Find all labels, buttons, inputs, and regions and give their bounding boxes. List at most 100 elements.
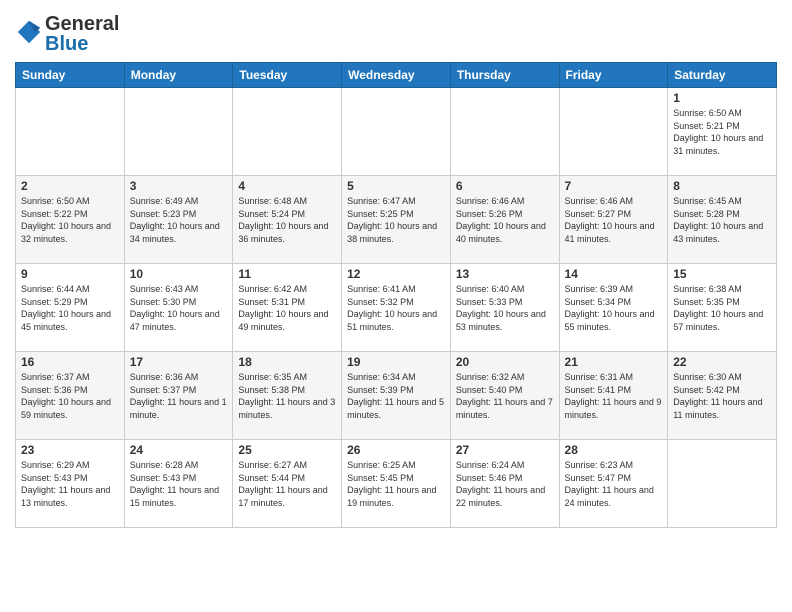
- week-row-2: 9 Sunrise: 6:44 AM Sunset: 5:29 PM Daylig…: [16, 264, 777, 352]
- day-number: 10: [130, 267, 228, 281]
- day-info: Sunrise: 6:50 AM Sunset: 5:21 PM Dayligh…: [673, 107, 771, 157]
- day-info: Sunrise: 6:25 AM Sunset: 5:45 PM Dayligh…: [347, 459, 445, 509]
- day-number: 11: [238, 267, 336, 281]
- day-number: 1: [673, 91, 771, 105]
- week-row-1: 2 Sunrise: 6:50 AM Sunset: 5:22 PM Daylig…: [16, 176, 777, 264]
- logo-text: General Blue: [45, 14, 119, 54]
- day-info: Sunrise: 6:44 AM Sunset: 5:29 PM Dayligh…: [21, 283, 119, 333]
- weekday-monday: Monday: [124, 63, 233, 88]
- day-cell: 19Sunrise: 6:34 AM Sunset: 5:39 PM Dayli…: [342, 352, 451, 440]
- day-cell: 11 Sunrise: 6:42 AM Sunset: 5:31 PM Dayli…: [233, 264, 342, 352]
- day-number: 6: [456, 179, 554, 193]
- weekday-sunday: Sunday: [16, 63, 125, 88]
- day-info: Sunrise: 6:32 AM Sunset: 5:40 PM Dayligh…: [456, 371, 554, 421]
- day-info: Sunrise: 6:46 AM Sunset: 5:27 PM Dayligh…: [565, 195, 663, 245]
- day-info: Sunrise: 6:47 AM Sunset: 5:25 PM Dayligh…: [347, 195, 445, 245]
- day-number: 17: [130, 355, 228, 369]
- day-cell: 18 Sunrise: 6:35 AM Sunset: 5:38 PM Dayli…: [233, 352, 342, 440]
- day-cell: 12 Sunrise: 6:41 AM Sunset: 5:32 PM Dayli…: [342, 264, 451, 352]
- day-info: Sunrise: 6:35 AM Sunset: 5:38 PM Dayligh…: [238, 371, 336, 421]
- day-cell: 15 Sunrise: 6:38 AM Sunset: 5:35 PM Dayli…: [668, 264, 777, 352]
- weekday-thursday: Thursday: [450, 63, 559, 88]
- day-cell: 22 Sunrise: 6:30 AM Sunset: 5:42 PM Dayli…: [668, 352, 777, 440]
- logo: General Blue: [15, 14, 119, 54]
- day-info: Sunrise: 6:42 AM Sunset: 5:31 PM Dayligh…: [238, 283, 336, 333]
- day-info: Sunrise: 6:28 AM Sunset: 5:43 PM Dayligh…: [130, 459, 228, 509]
- day-number: 4: [238, 179, 336, 193]
- weekday-header-row: SundayMondayTuesdayWednesdayThursdayFrid…: [16, 63, 777, 88]
- day-number: 5: [347, 179, 445, 193]
- day-number: 15: [673, 267, 771, 281]
- day-number: 27: [456, 443, 554, 457]
- day-number: 20: [456, 355, 554, 369]
- day-cell: 27 Sunrise: 6:24 AM Sunset: 5:46 PM Dayli…: [450, 440, 559, 528]
- day-info: Sunrise: 6:30 AM Sunset: 5:42 PM Dayligh…: [673, 371, 771, 421]
- week-row-3: 16Sunrise: 6:37 AM Sunset: 5:36 PM Dayli…: [16, 352, 777, 440]
- day-cell: 21 Sunrise: 6:31 AM Sunset: 5:41 PM Dayli…: [559, 352, 668, 440]
- day-number: 8: [673, 179, 771, 193]
- day-cell: [233, 88, 342, 176]
- day-cell: 26 Sunrise: 6:25 AM Sunset: 5:45 PM Dayli…: [342, 440, 451, 528]
- logo-icon: [15, 18, 43, 46]
- day-info: Sunrise: 6:24 AM Sunset: 5:46 PM Dayligh…: [456, 459, 554, 509]
- day-number: 18: [238, 355, 336, 369]
- day-info: Sunrise: 6:27 AM Sunset: 5:44 PM Dayligh…: [238, 459, 336, 509]
- day-number: 21: [565, 355, 663, 369]
- day-info: Sunrise: 6:50 AM Sunset: 5:22 PM Dayligh…: [21, 195, 119, 245]
- day-info: Sunrise: 6:29 AM Sunset: 5:43 PM Dayligh…: [21, 459, 119, 509]
- day-number: 14: [565, 267, 663, 281]
- day-cell: 14Sunrise: 6:39 AM Sunset: 5:34 PM Dayli…: [559, 264, 668, 352]
- day-cell: [342, 88, 451, 176]
- weekday-wednesday: Wednesday: [342, 63, 451, 88]
- day-cell: 1 Sunrise: 6:50 AM Sunset: 5:21 PM Daylig…: [668, 88, 777, 176]
- calendar: SundayMondayTuesdayWednesdayThursdayFrid…: [15, 62, 777, 528]
- day-number: 7: [565, 179, 663, 193]
- day-info: Sunrise: 6:37 AM Sunset: 5:36 PM Dayligh…: [21, 371, 119, 421]
- day-cell: 3 Sunrise: 6:49 AM Sunset: 5:23 PM Daylig…: [124, 176, 233, 264]
- day-cell: 5 Sunrise: 6:47 AM Sunset: 5:25 PM Daylig…: [342, 176, 451, 264]
- page: General Blue SundayMondayTuesdayWednesda…: [0, 0, 792, 612]
- day-cell: 7 Sunrise: 6:46 AM Sunset: 5:27 PM Daylig…: [559, 176, 668, 264]
- day-number: 13: [456, 267, 554, 281]
- day-cell: 28 Sunrise: 6:23 AM Sunset: 5:47 PM Dayli…: [559, 440, 668, 528]
- day-cell: 10 Sunrise: 6:43 AM Sunset: 5:30 PM Dayli…: [124, 264, 233, 352]
- day-number: 12: [347, 267, 445, 281]
- day-cell: 6 Sunrise: 6:46 AM Sunset: 5:26 PM Daylig…: [450, 176, 559, 264]
- day-info: Sunrise: 6:38 AM Sunset: 5:35 PM Dayligh…: [673, 283, 771, 333]
- day-cell: 24 Sunrise: 6:28 AM Sunset: 5:43 PM Dayli…: [124, 440, 233, 528]
- day-cell: [668, 440, 777, 528]
- weekday-saturday: Saturday: [668, 63, 777, 88]
- day-cell: 16Sunrise: 6:37 AM Sunset: 5:36 PM Dayli…: [16, 352, 125, 440]
- week-row-4: 23 Sunrise: 6:29 AM Sunset: 5:43 PM Dayli…: [16, 440, 777, 528]
- day-number: 25: [238, 443, 336, 457]
- day-info: Sunrise: 6:40 AM Sunset: 5:33 PM Dayligh…: [456, 283, 554, 333]
- day-cell: 23 Sunrise: 6:29 AM Sunset: 5:43 PM Dayli…: [16, 440, 125, 528]
- day-cell: 9 Sunrise: 6:44 AM Sunset: 5:29 PM Daylig…: [16, 264, 125, 352]
- day-number: 28: [565, 443, 663, 457]
- day-info: Sunrise: 6:49 AM Sunset: 5:23 PM Dayligh…: [130, 195, 228, 245]
- day-info: Sunrise: 6:23 AM Sunset: 5:47 PM Dayligh…: [565, 459, 663, 509]
- weekday-tuesday: Tuesday: [233, 63, 342, 88]
- day-number: 24: [130, 443, 228, 457]
- day-cell: 2 Sunrise: 6:50 AM Sunset: 5:22 PM Daylig…: [16, 176, 125, 264]
- day-number: 23: [21, 443, 119, 457]
- day-info: Sunrise: 6:31 AM Sunset: 5:41 PM Dayligh…: [565, 371, 663, 421]
- day-cell: 17 Sunrise: 6:36 AM Sunset: 5:37 PM Dayli…: [124, 352, 233, 440]
- day-number: 26: [347, 443, 445, 457]
- day-info: Sunrise: 6:34 AM Sunset: 5:39 PM Dayligh…: [347, 371, 445, 421]
- weekday-friday: Friday: [559, 63, 668, 88]
- day-number: 22: [673, 355, 771, 369]
- day-info: Sunrise: 6:41 AM Sunset: 5:32 PM Dayligh…: [347, 283, 445, 333]
- day-number: 2: [21, 179, 119, 193]
- day-cell: [559, 88, 668, 176]
- day-info: Sunrise: 6:36 AM Sunset: 5:37 PM Dayligh…: [130, 371, 228, 421]
- day-number: 9: [21, 267, 119, 281]
- day-info: Sunrise: 6:43 AM Sunset: 5:30 PM Dayligh…: [130, 283, 228, 333]
- day-info: Sunrise: 6:46 AM Sunset: 5:26 PM Dayligh…: [456, 195, 554, 245]
- day-cell: [450, 88, 559, 176]
- day-cell: [124, 88, 233, 176]
- day-cell: 13 Sunrise: 6:40 AM Sunset: 5:33 PM Dayli…: [450, 264, 559, 352]
- day-cell: 8Sunrise: 6:45 AM Sunset: 5:28 PM Daylig…: [668, 176, 777, 264]
- day-number: 3: [130, 179, 228, 193]
- day-cell: 20 Sunrise: 6:32 AM Sunset: 5:40 PM Dayli…: [450, 352, 559, 440]
